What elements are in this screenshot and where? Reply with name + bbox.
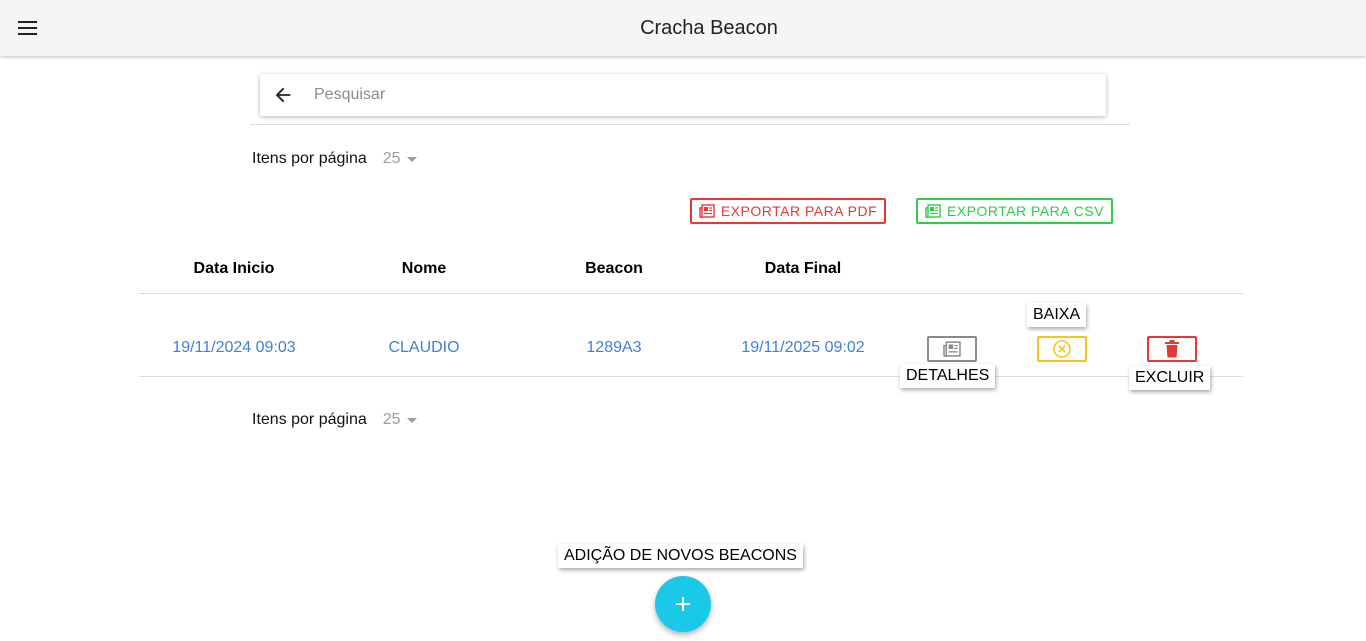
caret-down-icon <box>406 156 417 162</box>
column-header-data-inicio[interactable]: Data Inicio <box>139 260 329 280</box>
newspaper-icon <box>925 204 941 218</box>
details-tooltip: DETALHES <box>900 364 996 388</box>
baixa-tooltip: BAIXA <box>1027 303 1087 327</box>
export-pdf-label: EXPORTAR PARA PDF <box>720 203 878 219</box>
details-button[interactable] <box>927 336 977 362</box>
column-header-nome[interactable]: Nome <box>329 260 519 280</box>
items-per-page-top: Itens por página 25 <box>252 147 417 171</box>
cell-beacon: 1289A3 <box>586 339 642 356</box>
items-per-page-bottom: Itens por página 25 <box>252 408 417 432</box>
excluir-tooltip: EXCLUIR <box>1129 366 1211 390</box>
table-header-divider <box>139 293 1243 294</box>
arrow-left-icon[interactable] <box>272 84 294 106</box>
plus-icon <box>676 597 690 611</box>
newspaper-icon <box>943 341 961 357</box>
column-header-beacon[interactable]: Beacon <box>519 260 709 280</box>
items-per-page-label: Itens por página <box>252 411 367 428</box>
items-per-page-value: 25 <box>382 411 401 428</box>
search-input[interactable] <box>314 74 1094 116</box>
caret-down-icon <box>406 417 417 423</box>
trash-icon <box>1165 340 1179 358</box>
newspaper-icon <box>699 204 715 218</box>
export-csv-button[interactable]: EXPORTAR PARA CSV <box>916 198 1113 224</box>
page-title: Cracha Beacon <box>640 17 778 39</box>
fab-tooltip: ADIÇÃO DE NOVOS BEACONS <box>558 544 803 568</box>
cell-nome: CLAUDIO <box>388 339 460 356</box>
cancel-circle-icon <box>1053 340 1071 358</box>
items-per-page-label: Itens por página <box>252 150 367 167</box>
items-per-page-select[interactable]: 25 <box>383 150 417 168</box>
cell-data-inicio: 19/11/2024 09:03 <box>172 339 296 356</box>
items-per-page-select[interactable]: 25 <box>383 411 417 429</box>
export-pdf-button[interactable]: EXPORTAR PARA PDF <box>690 198 886 224</box>
search-bar <box>260 74 1106 116</box>
column-header-data-final[interactable]: Data Final <box>709 260 897 280</box>
table-row-divider <box>139 376 1243 377</box>
divider <box>250 124 1130 125</box>
add-beacon-button[interactable] <box>655 576 711 632</box>
export-csv-label: EXPORTAR PARA CSV <box>946 203 1105 219</box>
app-toolbar: Cracha Beacon <box>0 0 1366 56</box>
cell-data-final: 19/11/2025 09:02 <box>741 339 865 356</box>
items-per-page-value: 25 <box>382 150 401 167</box>
excluir-button[interactable] <box>1147 336 1197 362</box>
baixa-button[interactable] <box>1037 336 1087 362</box>
